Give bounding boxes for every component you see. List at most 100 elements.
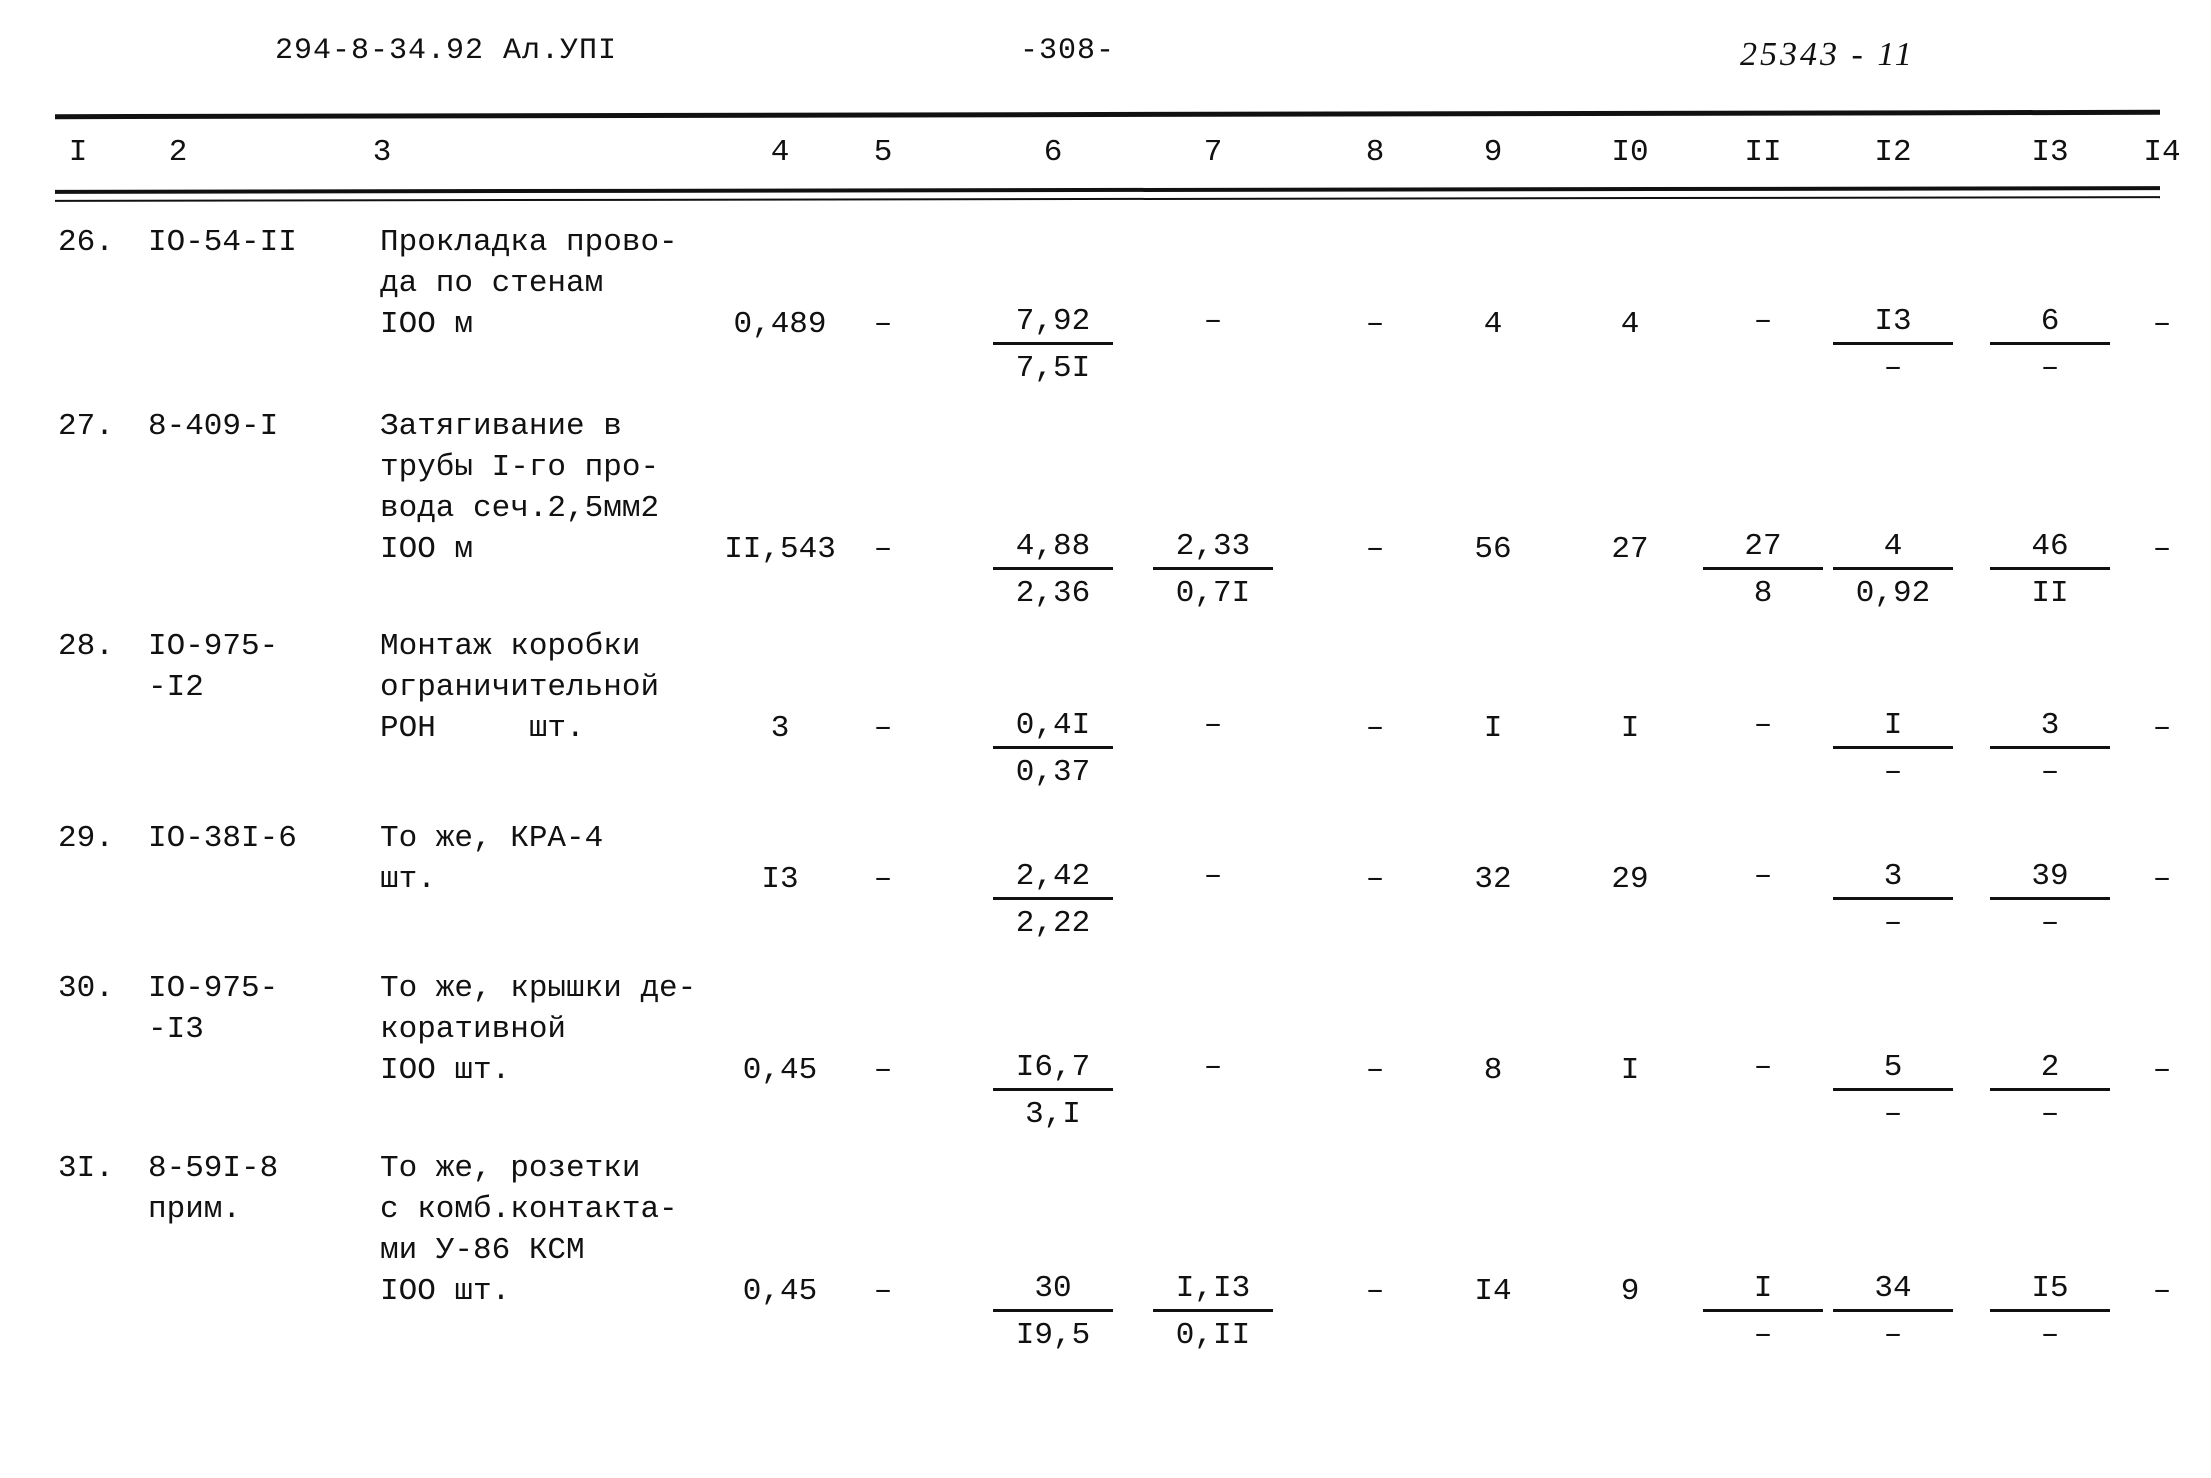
cell-col6: 0,4I 0,37: [993, 708, 1113, 791]
cell-col12-denominator: –: [1883, 1097, 1903, 1132]
cell-col9: I4: [1474, 1274, 1512, 1309]
cell-col10: 27: [1611, 532, 1649, 567]
row-description-line: IOO шт.: [380, 1274, 511, 1309]
table-rule-middle: [54, 186, 2161, 194]
cell-col8: –: [1365, 862, 1385, 897]
cell-col13-numerator: I5: [1990, 1271, 2110, 1312]
column-header-11: II: [1744, 135, 1782, 170]
cell-col12: I –: [1833, 708, 1953, 791]
cell-col7-numerator: I,I3: [1153, 1271, 1273, 1312]
cell-col6-numerator: 7,92: [993, 304, 1113, 345]
column-header-6: 6: [1043, 135, 1063, 170]
cell-col12-denominator: –: [1883, 755, 1903, 790]
cell-col14: –: [2152, 307, 2172, 342]
cell-col4: 0,45: [742, 1274, 818, 1309]
cell-col7-value: –: [1203, 304, 1223, 339]
table-rule-bottom: [54, 196, 2161, 202]
cell-col12-numerator: 4: [1833, 529, 1953, 570]
cell-col11: I –: [1703, 1271, 1823, 1354]
archive-stamp: 25343 - 11: [1740, 36, 1915, 73]
cell-col7: –: [1153, 304, 1273, 340]
column-header-5: 5: [873, 135, 893, 170]
row-number: 26.: [58, 225, 114, 260]
column-header-8: 8: [1365, 135, 1385, 170]
cell-col6-denominator: 7,5I: [1015, 351, 1091, 386]
row-code: 8-59I-8: [148, 1151, 279, 1186]
cell-col8: –: [1365, 711, 1385, 746]
cell-col12-denominator: 0,92: [1855, 576, 1931, 611]
cell-col6: 4,88 2,36: [993, 529, 1113, 612]
row-code: IO-38I-6: [148, 821, 297, 856]
row-description-line: ограничительной: [380, 670, 660, 705]
column-header-7: 7: [1203, 135, 1223, 170]
cell-col13-denominator: –: [2040, 1318, 2060, 1353]
cell-col13-numerator: 6: [1990, 304, 2110, 345]
column-header-9: 9: [1483, 135, 1503, 170]
table-column-headers: I 2 3 4 5 6 7 8 9 I0 II I2 I3 I4: [0, 132, 2211, 180]
cell-col5: –: [873, 862, 893, 897]
cell-col13-denominator: –: [2040, 351, 2060, 386]
cell-col12-numerator: I: [1833, 708, 1953, 749]
cell-col11-numerator: I: [1703, 1271, 1823, 1312]
cell-col13: 46 II: [1990, 529, 2110, 612]
row-description-line: Затягивание в: [380, 409, 622, 444]
cell-col6-numerator: 4,88: [993, 529, 1113, 570]
cell-col6-denominator: 2,36: [1015, 576, 1091, 611]
row-description-line: трубы I-го про-: [380, 450, 660, 485]
cell-col6-denominator: I9,5: [1015, 1318, 1091, 1353]
cell-col10: I: [1620, 1053, 1640, 1088]
cell-col6-denominator: 0,37: [1015, 755, 1091, 790]
row-code: IO-975-: [148, 971, 279, 1006]
cell-col14: –: [2152, 862, 2172, 897]
cell-col7: –: [1153, 1050, 1273, 1086]
cell-col13: 6–: [1990, 304, 2110, 387]
cell-col13-numerator: 46: [1990, 529, 2110, 570]
cell-col9: 8: [1483, 1053, 1503, 1088]
cell-col5: –: [873, 532, 893, 567]
cell-col11-value: –: [1753, 859, 1773, 894]
cell-col13: I5 –: [1990, 1271, 2110, 1354]
cell-col12-numerator: 3: [1833, 859, 1953, 900]
cell-col9: I: [1483, 711, 1503, 746]
cell-col13-denominator: II: [2031, 576, 2069, 611]
cell-col8: –: [1365, 307, 1385, 342]
cell-col11: –: [1703, 304, 1823, 340]
cell-col12: 3–: [1833, 859, 1953, 942]
cell-col6-numerator: 2,42: [993, 859, 1113, 900]
row-description-line: IOO м: [380, 532, 474, 567]
cell-col13: 3–: [1990, 708, 2110, 791]
cell-col5: –: [873, 307, 893, 342]
cell-col7: I,I3 0,II: [1153, 1271, 1273, 1354]
cell-col13-denominator: –: [2040, 1097, 2060, 1132]
cell-col12: 5–: [1833, 1050, 1953, 1133]
row-description-line: То же, розетки: [380, 1151, 641, 1186]
cell-col12-denominator: –: [1883, 906, 1903, 941]
column-header-1: I: [68, 135, 88, 170]
cell-col7: 2,33 0,7I: [1153, 529, 1273, 612]
cell-col8: –: [1365, 1053, 1385, 1088]
row-number: 29.: [58, 821, 114, 856]
cell-col7-numerator: 2,33: [1153, 529, 1273, 570]
row-code: 8-409-I: [148, 409, 279, 444]
cell-col13-numerator: 2: [1990, 1050, 2110, 1091]
row-description-line: То же, крышки де-: [380, 971, 697, 1006]
cell-col8: –: [1365, 1274, 1385, 1309]
cell-col11-numerator: 27: [1703, 529, 1823, 570]
row-description-line: коративной: [380, 1012, 567, 1047]
column-header-14: I4: [2143, 135, 2181, 170]
row-code: IO-54-II: [148, 225, 297, 260]
column-header-10: I0: [1611, 135, 1649, 170]
cell-col6-numerator: 30: [993, 1271, 1113, 1312]
cell-col6: 2,42 2,22: [993, 859, 1113, 942]
column-header-3: 3: [372, 135, 392, 170]
cell-col9: 32: [1474, 862, 1512, 897]
row-code-cont: -I2: [148, 670, 204, 705]
row-description-line: вода сеч.2,5мм2: [380, 491, 660, 526]
row-number: 3I.: [58, 1151, 114, 1186]
cell-col11-denominator: –: [1753, 1318, 1773, 1353]
cell-col7-denominator: 0,II: [1175, 1318, 1251, 1353]
cell-col11-value: –: [1753, 708, 1773, 743]
cell-col13-denominator: –: [2040, 906, 2060, 941]
cell-col6-denominator: 2,22: [1015, 906, 1091, 941]
table-rule-top: [54, 109, 2161, 120]
